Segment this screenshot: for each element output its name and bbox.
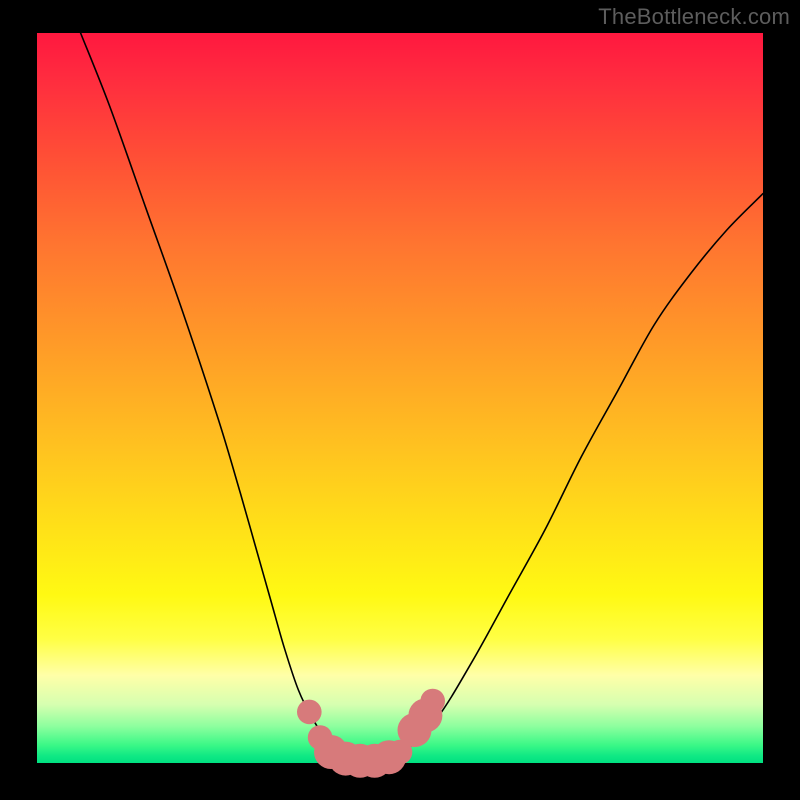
plot-area: [37, 33, 763, 763]
curve-path: [81, 33, 763, 764]
bottleneck-curve: [81, 33, 763, 764]
chart-container: TheBottleneck.com: [0, 0, 800, 800]
watermark-text: TheBottleneck.com: [598, 4, 790, 30]
highlight-dot: [297, 700, 322, 725]
highlight-dot: [420, 689, 445, 714]
highlight-markers: [297, 689, 445, 778]
curve-svg: [37, 33, 763, 763]
